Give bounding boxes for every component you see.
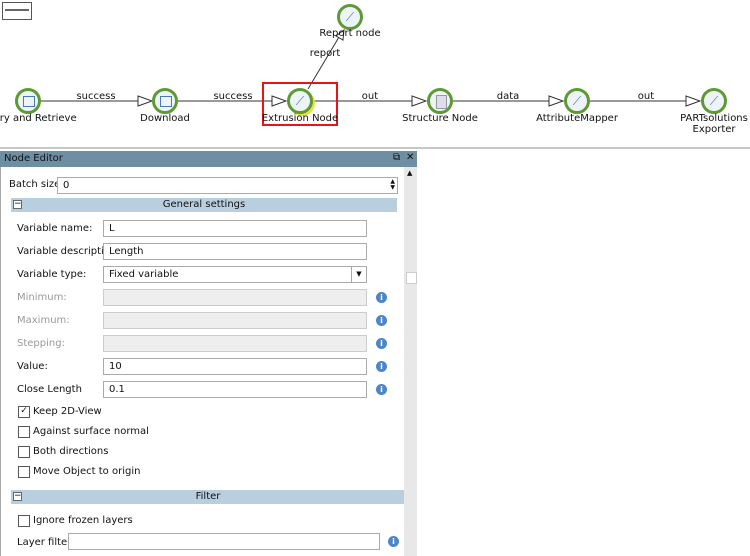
node-label: PARTsolutions Exporter xyxy=(680,113,748,135)
checkbox-label: Move Object to origin xyxy=(33,466,141,477)
field-label: Variable type: xyxy=(17,269,87,280)
scroll-thumb xyxy=(406,272,417,284)
edge-label: out xyxy=(637,91,655,102)
info-icon[interactable]: i xyxy=(376,361,387,372)
variable-name-input[interactable]: L xyxy=(103,220,367,237)
node-extrusion[interactable]: ⟋ xyxy=(287,88,313,114)
float-icon[interactable]: ⧉ xyxy=(393,152,400,163)
field-label: Stepping: xyxy=(17,338,65,349)
node-structure[interactable] xyxy=(427,88,453,114)
collapse-icon: − xyxy=(13,199,22,209)
node-label: Report node xyxy=(319,28,381,39)
against-surface-normal-checkbox[interactable] xyxy=(18,426,30,438)
node-label: Structure Node xyxy=(402,113,478,124)
field-label: Maximum: xyxy=(17,315,70,326)
node-query-and-retrieve[interactable] xyxy=(15,88,41,114)
stepping-input[interactable] xyxy=(103,335,367,352)
info-icon[interactable]: i xyxy=(376,384,387,395)
node-label: AttributeMapper xyxy=(536,113,618,124)
info-icon[interactable]: i xyxy=(388,536,399,547)
checkbox-label: Keep 2D-View xyxy=(33,406,102,417)
script-icon: ⟋ xyxy=(709,94,719,108)
info-icon[interactable]: i xyxy=(376,315,387,326)
node-download[interactable] xyxy=(152,88,178,114)
query-icon xyxy=(160,96,172,107)
field-label: Minimum: xyxy=(17,292,67,303)
document-icon xyxy=(436,95,447,109)
node-label: Extrusion Node xyxy=(261,113,339,124)
field-label: Layer filter: xyxy=(17,537,75,548)
edge-label: success xyxy=(213,91,253,102)
edge-label: report xyxy=(309,48,341,59)
node-report[interactable]: ⟋ xyxy=(337,4,363,30)
info-icon[interactable]: i xyxy=(376,338,387,349)
query-icon xyxy=(23,96,35,107)
edges xyxy=(41,28,702,126)
section-general-settings[interactable]: − General settings xyxy=(11,198,397,212)
maximum-input[interactable] xyxy=(103,312,367,329)
scroll-up-icon: ▲ xyxy=(407,169,413,177)
field-label: Variable name: xyxy=(17,223,93,234)
node-editor-panel: Batch size: 0 ▲ ▼ − General settings Variab… xyxy=(0,167,418,556)
panel-title: Node Editor xyxy=(4,153,63,164)
batch-size-input[interactable]: 0 ▲ ▼ xyxy=(57,177,398,194)
layer-filter-input[interactable] xyxy=(68,533,380,550)
workflow-canvas[interactable]: success success report out data out Quer… xyxy=(0,0,750,149)
edge-label: out xyxy=(361,91,379,102)
chevron-down-icon: ▼ xyxy=(351,267,366,282)
node-label: Query and Retrieve xyxy=(0,113,77,124)
edge-label: success xyxy=(76,91,116,102)
node-partsolutions-exporter[interactable]: ⟋ xyxy=(701,88,727,114)
script-icon: ⟋ xyxy=(295,94,305,108)
script-icon: ⟋ xyxy=(572,94,582,108)
checkbox-label: Both directions xyxy=(33,446,109,457)
edge-label: data xyxy=(496,91,520,102)
batch-size-label: Batch size: xyxy=(9,179,64,190)
script-icon: ⟋ xyxy=(345,10,355,24)
variable-type-select[interactable]: Fixed variable ▼ xyxy=(103,266,367,283)
both-directions-checkbox[interactable] xyxy=(18,446,30,458)
close-icon[interactable]: ✕ xyxy=(406,152,414,163)
keep-2d-view-checkbox[interactable]: ✓ xyxy=(18,406,30,418)
node-editor-header: Node Editor ⧉ ✕ xyxy=(0,151,417,167)
close-length-input[interactable]: 0.1 xyxy=(103,381,367,398)
collapse-icon: − xyxy=(13,491,22,501)
field-label: Close Length xyxy=(17,384,82,395)
value-input[interactable]: 10 xyxy=(103,358,367,375)
node-label: Download xyxy=(140,113,190,124)
spinner-icon: ▲ ▼ xyxy=(390,178,395,191)
scrollbar[interactable]: ▲ xyxy=(404,167,417,556)
checkbox-label: Ignore frozen layers xyxy=(33,515,133,526)
variable-description-input[interactable]: Length xyxy=(103,243,367,260)
field-label: Value: xyxy=(17,361,48,372)
info-icon[interactable]: i xyxy=(376,292,387,303)
minimum-input[interactable] xyxy=(103,289,367,306)
checkbox-label: Against surface normal xyxy=(33,426,149,437)
move-object-to-origin-checkbox[interactable] xyxy=(18,466,30,478)
node-attribute-mapper[interactable]: ⟋ xyxy=(564,88,590,114)
ignore-frozen-layers-checkbox[interactable] xyxy=(18,515,30,527)
section-filter[interactable]: − Filter xyxy=(11,490,405,504)
